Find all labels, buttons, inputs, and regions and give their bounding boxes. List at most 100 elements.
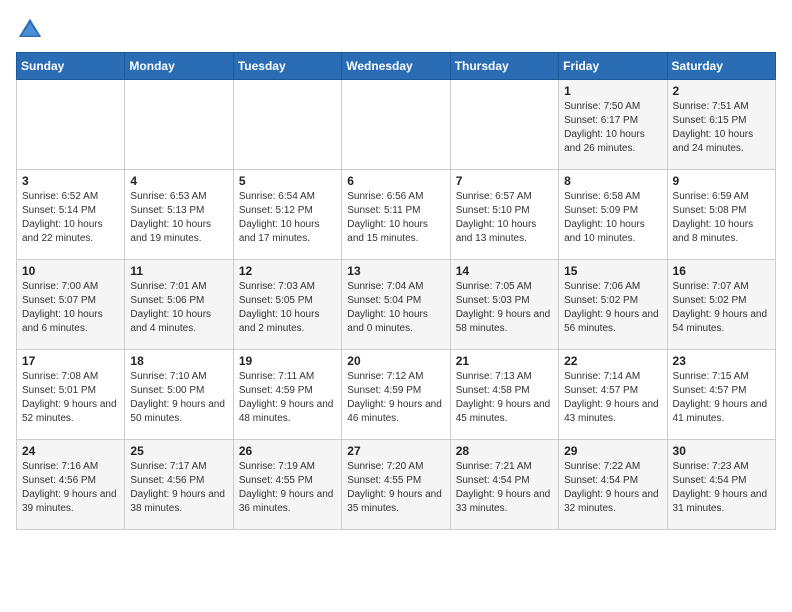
- calendar-cell: [342, 80, 450, 170]
- calendar-cell: 26Sunrise: 7:19 AM Sunset: 4:55 PM Dayli…: [233, 440, 341, 530]
- day-info: Sunrise: 7:11 AM Sunset: 4:59 PM Dayligh…: [239, 370, 336, 426]
- calendar-cell: 12Sunrise: 7:03 AM Sunset: 5:05 PM Dayli…: [233, 260, 341, 350]
- day-of-week-header: Tuesday: [233, 53, 341, 80]
- calendar-cell: [233, 80, 341, 170]
- calendar-cell: 16 Sunrise: 7:07 AM Sunset: 5:02 PM Dayli…: [667, 260, 775, 350]
- calendar-cell: 29 Sunrise: 7:22 AM Sunset: 4:54 PM Dayli…: [559, 440, 667, 530]
- calendar-cell: 30Sunrise: 7:23 AM Sunset: 4:54 PM Dayli…: [667, 440, 775, 530]
- day-number: 24: [22, 444, 119, 458]
- day-number: 18: [130, 354, 227, 368]
- day-number: 9: [673, 174, 770, 188]
- day-info: Sunrise: 6:53 AM Sunset: 5:13 PM Dayligh…: [130, 190, 227, 246]
- day-info: Sunrise: 7:20 AM Sunset: 4:55 PM Dayligh…: [347, 460, 444, 516]
- day-number: 29: [564, 444, 661, 458]
- day-info: Sunrise: 7:23 AM Sunset: 4:54 PM Dayligh…: [673, 460, 770, 516]
- day-info: Sunrise: 7:05 AM Sunset: 5:03 PM Dayligh…: [456, 280, 553, 336]
- day-info: Sunrise: 6:52 AM Sunset: 5:14 PM Dayligh…: [22, 190, 119, 246]
- day-info: Sunrise: 7:22 AM Sunset: 4:54 PM Dayligh…: [564, 460, 661, 516]
- calendar-cell: 25 Sunrise: 7:17 AM Sunset: 4:56 PM Dayli…: [125, 440, 233, 530]
- calendar-cell: 10Sunrise: 7:00 AM Sunset: 5:07 PM Dayli…: [17, 260, 125, 350]
- day-of-week-header: Saturday: [667, 53, 775, 80]
- logo-icon: [16, 16, 44, 44]
- calendar-cell: 1 Sunrise: 7:50 AM Sunset: 6:17 PM Daylig…: [559, 80, 667, 170]
- calendar-week-row: 10Sunrise: 7:00 AM Sunset: 5:07 PM Dayli…: [17, 260, 776, 350]
- header-row: SundayMondayTuesdayWednesdayThursdayFrid…: [17, 53, 776, 80]
- day-info: Sunrise: 7:06 AM Sunset: 5:02 PM Dayligh…: [564, 280, 661, 336]
- day-info: Sunrise: 7:00 AM Sunset: 5:07 PM Dayligh…: [22, 280, 119, 336]
- calendar-cell: 15 Sunrise: 7:06 AM Sunset: 5:02 PM Dayli…: [559, 260, 667, 350]
- day-info: Sunrise: 7:19 AM Sunset: 4:55 PM Dayligh…: [239, 460, 336, 516]
- calendar-cell: [125, 80, 233, 170]
- calendar-cell: 5Sunrise: 6:54 AM Sunset: 5:12 PM Daylig…: [233, 170, 341, 260]
- day-info: Sunrise: 7:07 AM Sunset: 5:02 PM Dayligh…: [673, 280, 770, 336]
- day-info: Sunrise: 7:10 AM Sunset: 5:00 PM Dayligh…: [130, 370, 227, 426]
- day-info: Sunrise: 7:04 AM Sunset: 5:04 PM Dayligh…: [347, 280, 444, 336]
- calendar-cell: 20 Sunrise: 7:12 AM Sunset: 4:59 PM Dayli…: [342, 350, 450, 440]
- day-info: Sunrise: 7:21 AM Sunset: 4:54 PM Dayligh…: [456, 460, 553, 516]
- day-number: 8: [564, 174, 661, 188]
- calendar-cell: [450, 80, 558, 170]
- day-number: 11: [130, 264, 227, 278]
- day-info: Sunrise: 7:14 AM Sunset: 4:57 PM Dayligh…: [564, 370, 661, 426]
- calendar-cell: 24 Sunrise: 7:16 AM Sunset: 4:56 PM Dayli…: [17, 440, 125, 530]
- day-number: 27: [347, 444, 444, 458]
- day-number: 13: [347, 264, 444, 278]
- calendar-cell: 3 Sunrise: 6:52 AM Sunset: 5:14 PM Daylig…: [17, 170, 125, 260]
- day-number: 21: [456, 354, 553, 368]
- calendar-cell: 7 Sunrise: 6:57 AM Sunset: 5:10 PM Daylig…: [450, 170, 558, 260]
- day-of-week-header: Wednesday: [342, 53, 450, 80]
- calendar-cell: 4 Sunrise: 6:53 AM Sunset: 5:13 PM Daylig…: [125, 170, 233, 260]
- calendar-cell: 14Sunrise: 7:05 AM Sunset: 5:03 PM Dayli…: [450, 260, 558, 350]
- calendar-cell: 9 Sunrise: 6:59 AM Sunset: 5:08 PM Daylig…: [667, 170, 775, 260]
- header: [16, 16, 776, 44]
- day-info: Sunrise: 7:08 AM Sunset: 5:01 PM Dayligh…: [22, 370, 119, 426]
- calendar-cell: 2 Sunrise: 7:51 AM Sunset: 6:15 PM Daylig…: [667, 80, 775, 170]
- day-number: 12: [239, 264, 336, 278]
- day-info: Sunrise: 7:15 AM Sunset: 4:57 PM Dayligh…: [673, 370, 770, 426]
- day-info: Sunrise: 6:56 AM Sunset: 5:11 PM Dayligh…: [347, 190, 444, 246]
- logo: [16, 16, 48, 44]
- calendar-cell: 28Sunrise: 7:21 AM Sunset: 4:54 PM Dayli…: [450, 440, 558, 530]
- day-number: 23: [673, 354, 770, 368]
- day-info: Sunrise: 6:57 AM Sunset: 5:10 PM Dayligh…: [456, 190, 553, 246]
- day-info: Sunrise: 7:51 AM Sunset: 6:15 PM Dayligh…: [673, 100, 770, 156]
- calendar-week-row: 3 Sunrise: 6:52 AM Sunset: 5:14 PM Daylig…: [17, 170, 776, 260]
- day-number: 19: [239, 354, 336, 368]
- calendar-week-row: 1 Sunrise: 7:50 AM Sunset: 6:17 PM Daylig…: [17, 80, 776, 170]
- day-info: Sunrise: 6:59 AM Sunset: 5:08 PM Dayligh…: [673, 190, 770, 246]
- day-of-week-header: Sunday: [17, 53, 125, 80]
- day-number: 3: [22, 174, 119, 188]
- day-info: Sunrise: 7:16 AM Sunset: 4:56 PM Dayligh…: [22, 460, 119, 516]
- day-number: 25: [130, 444, 227, 458]
- calendar-cell: 17 Sunrise: 7:08 AM Sunset: 5:01 PM Dayli…: [17, 350, 125, 440]
- calendar-cell: 19 Sunrise: 7:11 AM Sunset: 4:59 PM Dayli…: [233, 350, 341, 440]
- day-number: 7: [456, 174, 553, 188]
- day-of-week-header: Monday: [125, 53, 233, 80]
- calendar-week-row: 24 Sunrise: 7:16 AM Sunset: 4:56 PM Dayli…: [17, 440, 776, 530]
- calendar-cell: 21 Sunrise: 7:13 AM Sunset: 4:58 PM Dayli…: [450, 350, 558, 440]
- day-number: 1: [564, 84, 661, 98]
- day-info: Sunrise: 7:12 AM Sunset: 4:59 PM Dayligh…: [347, 370, 444, 426]
- calendar-cell: 22 Sunrise: 7:14 AM Sunset: 4:57 PM Dayli…: [559, 350, 667, 440]
- day-number: 20: [347, 354, 444, 368]
- day-of-week-header: Thursday: [450, 53, 558, 80]
- day-number: 2: [673, 84, 770, 98]
- day-number: 22: [564, 354, 661, 368]
- day-number: 17: [22, 354, 119, 368]
- day-of-week-header: Friday: [559, 53, 667, 80]
- calendar-header: SundayMondayTuesdayWednesdayThursdayFrid…: [17, 53, 776, 80]
- day-number: 16: [673, 264, 770, 278]
- calendar-cell: 18 Sunrise: 7:10 AM Sunset: 5:00 PM Dayli…: [125, 350, 233, 440]
- calendar-cell: [17, 80, 125, 170]
- calendar: SundayMondayTuesdayWednesdayThursdayFrid…: [16, 52, 776, 530]
- day-number: 4: [130, 174, 227, 188]
- day-info: Sunrise: 7:17 AM Sunset: 4:56 PM Dayligh…: [130, 460, 227, 516]
- day-number: 15: [564, 264, 661, 278]
- day-info: Sunrise: 7:13 AM Sunset: 4:58 PM Dayligh…: [456, 370, 553, 426]
- day-info: Sunrise: 6:58 AM Sunset: 5:09 PM Dayligh…: [564, 190, 661, 246]
- calendar-cell: 8 Sunrise: 6:58 AM Sunset: 5:09 PM Daylig…: [559, 170, 667, 260]
- calendar-cell: 13 Sunrise: 7:04 AM Sunset: 5:04 PM Dayli…: [342, 260, 450, 350]
- day-info: Sunrise: 7:50 AM Sunset: 6:17 PM Dayligh…: [564, 100, 661, 156]
- calendar-week-row: 17 Sunrise: 7:08 AM Sunset: 5:01 PM Dayli…: [17, 350, 776, 440]
- calendar-cell: 11Sunrise: 7:01 AM Sunset: 5:06 PM Dayli…: [125, 260, 233, 350]
